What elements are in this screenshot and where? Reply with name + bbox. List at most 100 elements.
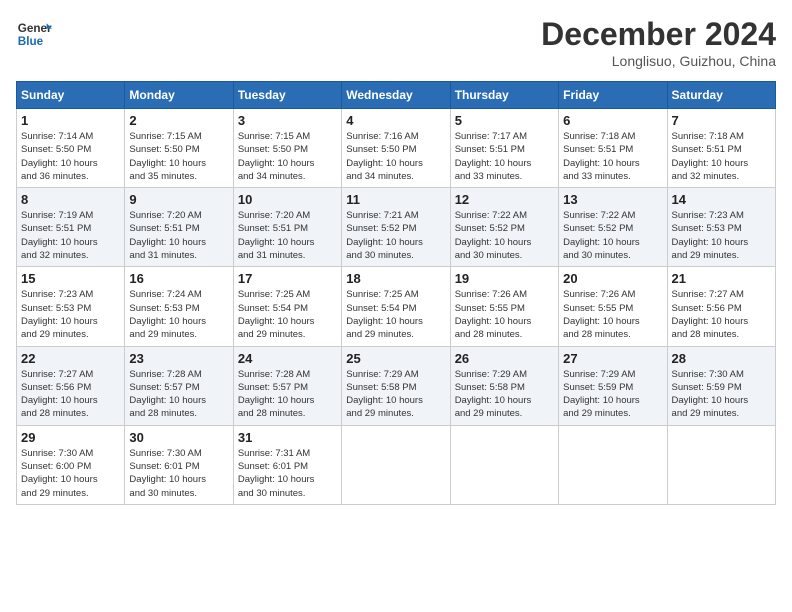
day-info: Sunrise: 7:26 AM Sunset: 5:55 PM Dayligh… [455,288,554,341]
calendar-cell: 23 Sunrise: 7:28 AM Sunset: 5:57 PM Dayli… [125,346,233,425]
calendar-cell: 6Sunrise: 7:18 AM Sunset: 5:51 PM Daylig… [559,109,667,188]
day-info: Sunrise: 7:27 AM Sunset: 5:56 PM Dayligh… [672,288,771,341]
calendar-week-row: 1 Sunrise: 7:14 AM Sunset: 5:50 PM Daylig… [17,109,776,188]
day-number: 8 [21,192,120,207]
day-info: Sunrise: 7:28 AM Sunset: 5:57 PM Dayligh… [238,368,337,421]
day-info: Sunrise: 7:30 AM Sunset: 6:00 PM Dayligh… [21,447,120,500]
day-info: Sunrise: 7:29 AM Sunset: 5:59 PM Dayligh… [563,368,662,421]
day-number: 23 [129,351,228,366]
day-info: Sunrise: 7:20 AM Sunset: 5:51 PM Dayligh… [238,209,337,262]
logo-icon: General Blue [16,16,52,52]
calendar-cell: 13 Sunrise: 7:22 AM Sunset: 5:52 PM Dayli… [559,188,667,267]
calendar-cell: 24 Sunrise: 7:28 AM Sunset: 5:57 PM Dayli… [233,346,341,425]
day-number: 3 [238,113,337,128]
calendar-cell [667,425,775,504]
day-number: 18 [346,271,445,286]
logo: General Blue [16,16,52,52]
day-info: Sunrise: 7:28 AM Sunset: 5:57 PM Dayligh… [129,368,228,421]
day-number: 25 [346,351,445,366]
day-info: Sunrise: 7:17 AM Sunset: 5:51 PM Dayligh… [455,130,554,183]
calendar-cell: 26 Sunrise: 7:29 AM Sunset: 5:58 PM Dayli… [450,346,558,425]
calendar-cell: 4Sunrise: 7:16 AM Sunset: 5:50 PM Daylig… [342,109,450,188]
calendar-cell [559,425,667,504]
day-info: Sunrise: 7:22 AM Sunset: 5:52 PM Dayligh… [455,209,554,262]
day-number: 20 [563,271,662,286]
calendar-cell: 1 Sunrise: 7:14 AM Sunset: 5:50 PM Daylig… [17,109,125,188]
calendar-cell: 27 Sunrise: 7:29 AM Sunset: 5:59 PM Dayli… [559,346,667,425]
month-title: December 2024 [541,16,776,53]
day-info: Sunrise: 7:29 AM Sunset: 5:58 PM Dayligh… [346,368,445,421]
day-number: 12 [455,192,554,207]
weekday-header-monday: Monday [125,82,233,109]
weekday-header-sunday: Sunday [17,82,125,109]
calendar-cell [450,425,558,504]
calendar-cell: 17Sunrise: 7:25 AM Sunset: 5:54 PM Dayli… [233,267,341,346]
page-header: General Blue December 2024 Longlisuo, Gu… [16,16,776,69]
day-info: Sunrise: 7:23 AM Sunset: 5:53 PM Dayligh… [672,209,771,262]
title-block: December 2024 Longlisuo, Guizhou, China [541,16,776,69]
day-info: Sunrise: 7:20 AM Sunset: 5:51 PM Dayligh… [129,209,228,262]
day-number: 1 [21,113,120,128]
day-number: 19 [455,271,554,286]
calendar-cell: 22 Sunrise: 7:27 AM Sunset: 5:56 PM Dayli… [17,346,125,425]
calendar-cell: 7Sunrise: 7:18 AM Sunset: 5:51 PM Daylig… [667,109,775,188]
calendar-cell [342,425,450,504]
calendar-cell: 5Sunrise: 7:17 AM Sunset: 5:51 PM Daylig… [450,109,558,188]
calendar-cell: 10 Sunrise: 7:20 AM Sunset: 5:51 PM Dayli… [233,188,341,267]
day-info: Sunrise: 7:31 AM Sunset: 6:01 PM Dayligh… [238,447,337,500]
day-number: 15 [21,271,120,286]
day-number: 21 [672,271,771,286]
weekday-header-row: SundayMondayTuesdayWednesdayThursdayFrid… [17,82,776,109]
day-number: 2 [129,113,228,128]
calendar-cell: 31 Sunrise: 7:31 AM Sunset: 6:01 PM Dayli… [233,425,341,504]
day-number: 11 [346,192,445,207]
calendar-week-row: 29Sunrise: 7:30 AM Sunset: 6:00 PM Dayli… [17,425,776,504]
calendar-table: SundayMondayTuesdayWednesdayThursdayFrid… [16,81,776,505]
calendar-cell: 14 Sunrise: 7:23 AM Sunset: 5:53 PM Dayli… [667,188,775,267]
calendar-cell: 12 Sunrise: 7:22 AM Sunset: 5:52 PM Dayli… [450,188,558,267]
day-info: Sunrise: 7:22 AM Sunset: 5:52 PM Dayligh… [563,209,662,262]
calendar-week-row: 22 Sunrise: 7:27 AM Sunset: 5:56 PM Dayli… [17,346,776,425]
calendar-cell: 16 Sunrise: 7:24 AM Sunset: 5:53 PM Dayli… [125,267,233,346]
day-info: Sunrise: 7:25 AM Sunset: 5:54 PM Dayligh… [346,288,445,341]
day-number: 31 [238,430,337,445]
day-info: Sunrise: 7:26 AM Sunset: 5:55 PM Dayligh… [563,288,662,341]
day-info: Sunrise: 7:19 AM Sunset: 5:51 PM Dayligh… [21,209,120,262]
day-number: 22 [21,351,120,366]
calendar-cell: 29Sunrise: 7:30 AM Sunset: 6:00 PM Dayli… [17,425,125,504]
weekday-header-tuesday: Tuesday [233,82,341,109]
location: Longlisuo, Guizhou, China [541,53,776,69]
day-info: Sunrise: 7:23 AM Sunset: 5:53 PM Dayligh… [21,288,120,341]
calendar-cell: 11 Sunrise: 7:21 AM Sunset: 5:52 PM Dayli… [342,188,450,267]
day-number: 26 [455,351,554,366]
weekday-header-thursday: Thursday [450,82,558,109]
day-info: Sunrise: 7:27 AM Sunset: 5:56 PM Dayligh… [21,368,120,421]
day-info: Sunrise: 7:18 AM Sunset: 5:51 PM Dayligh… [563,130,662,183]
day-number: 10 [238,192,337,207]
calendar-cell: 25 Sunrise: 7:29 AM Sunset: 5:58 PM Dayli… [342,346,450,425]
day-number: 17 [238,271,337,286]
day-info: Sunrise: 7:21 AM Sunset: 5:52 PM Dayligh… [346,209,445,262]
day-info: Sunrise: 7:14 AM Sunset: 5:50 PM Dayligh… [21,130,120,183]
day-number: 16 [129,271,228,286]
calendar-cell: 8 Sunrise: 7:19 AM Sunset: 5:51 PM Daylig… [17,188,125,267]
calendar-cell: 21 Sunrise: 7:27 AM Sunset: 5:56 PM Dayli… [667,267,775,346]
day-number: 27 [563,351,662,366]
calendar-cell: 30Sunrise: 7:30 AM Sunset: 6:01 PM Dayli… [125,425,233,504]
day-number: 4 [346,113,445,128]
day-info: Sunrise: 7:24 AM Sunset: 5:53 PM Dayligh… [129,288,228,341]
day-info: Sunrise: 7:29 AM Sunset: 5:58 PM Dayligh… [455,368,554,421]
calendar-cell: 20 Sunrise: 7:26 AM Sunset: 5:55 PM Dayli… [559,267,667,346]
calendar-cell: 2Sunrise: 7:15 AM Sunset: 5:50 PM Daylig… [125,109,233,188]
day-number: 14 [672,192,771,207]
day-number: 9 [129,192,228,207]
calendar-cell: 3Sunrise: 7:15 AM Sunset: 5:50 PM Daylig… [233,109,341,188]
calendar-cell: 9 Sunrise: 7:20 AM Sunset: 5:51 PM Daylig… [125,188,233,267]
day-number: 7 [672,113,771,128]
day-number: 24 [238,351,337,366]
day-number: 13 [563,192,662,207]
weekday-header-wednesday: Wednesday [342,82,450,109]
calendar-cell: 15 Sunrise: 7:23 AM Sunset: 5:53 PM Dayli… [17,267,125,346]
day-info: Sunrise: 7:30 AM Sunset: 5:59 PM Dayligh… [672,368,771,421]
day-number: 30 [129,430,228,445]
